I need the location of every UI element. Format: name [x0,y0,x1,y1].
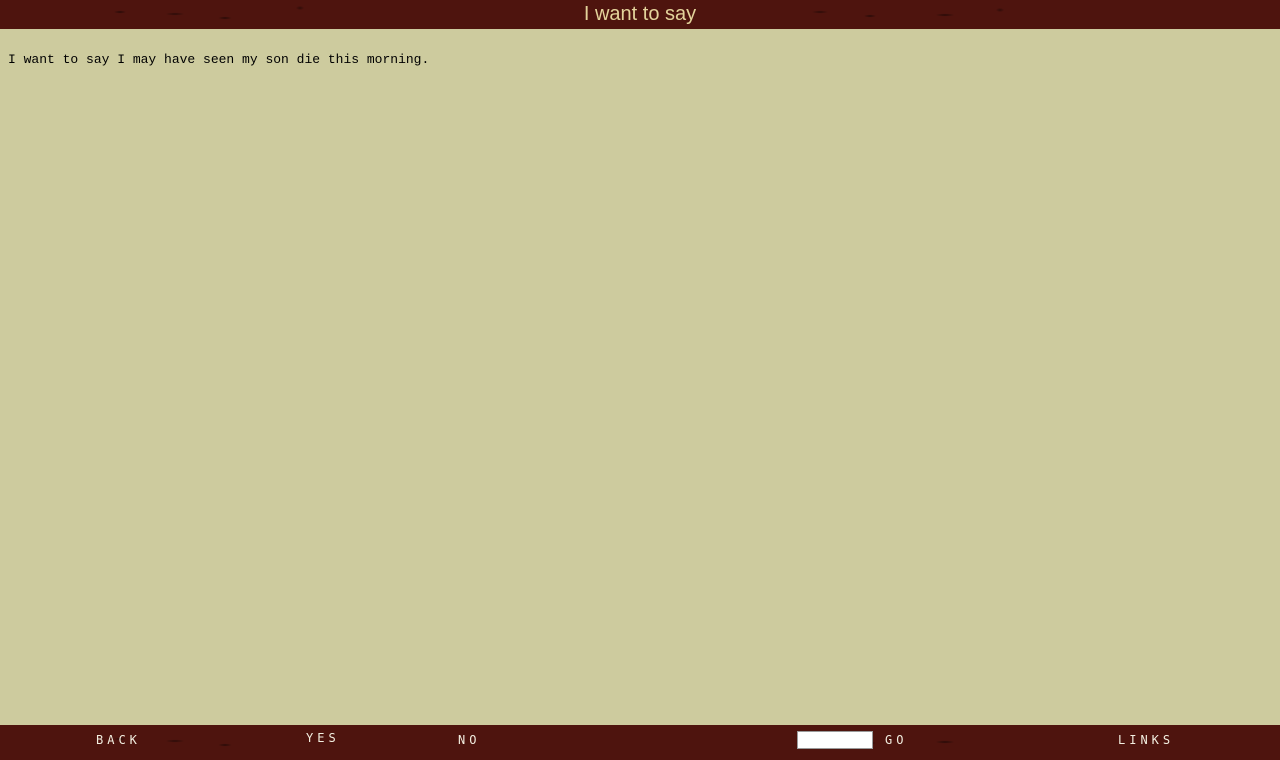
story-text: I want to say I may have seen my son die… [8,52,430,67]
page-title: I want to say [583,3,697,25]
footer-nav-bar [0,725,1280,760]
links-link[interactable]: LINKS [1118,733,1174,747]
page-jump-input[interactable] [797,731,873,749]
go-button[interactable]: GO [885,733,907,747]
back-link[interactable]: BACK [96,733,141,747]
no-link[interactable]: NO [458,733,480,747]
yes-link[interactable]: YES [306,731,340,745]
